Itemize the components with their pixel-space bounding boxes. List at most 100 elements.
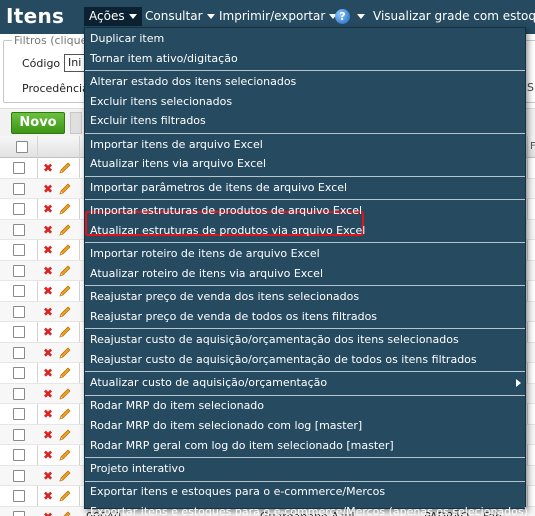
delete-icon[interactable]: ✖ [43, 509, 53, 516]
delete-icon[interactable]: ✖ [43, 365, 53, 381]
dropdown-item[interactable]: Atualizar estruturas de produtos via arq… [90, 222, 365, 240]
dropdown-item[interactable]: Excluir itens filtrados [90, 112, 206, 130]
dropdown-item[interactable]: Reajustar preço de venda dos itens selec… [90, 288, 359, 306]
row-checkbox[interactable] [13, 326, 25, 338]
dropdown-item[interactable]: Importar roteiro de itens de arquivo Exc… [90, 245, 320, 263]
delete-icon[interactable]: ✖ [43, 324, 53, 340]
edit-pencil-icon[interactable] [58, 469, 72, 483]
dropdown-item[interactable]: Atualizar custo de aquisição/orçamentaçã… [90, 374, 327, 392]
menu-consultar-label: Consultar [145, 9, 203, 23]
edit-pencil-icon[interactable] [58, 510, 72, 516]
codigo-label: Código [22, 57, 61, 70]
delete-icon[interactable]: ✖ [43, 222, 53, 238]
edit-pencil-icon[interactable] [58, 489, 72, 503]
menu-separator [85, 480, 525, 482]
delete-icon[interactable]: ✖ [43, 201, 53, 217]
select-all-checkbox[interactable] [16, 141, 28, 153]
menu-separator [85, 176, 525, 178]
menu-imprimir-exportar[interactable]: Imprimir/exportar [219, 9, 338, 23]
delete-icon[interactable]: ✖ [43, 427, 53, 443]
row-checkbox[interactable] [13, 387, 25, 400]
edit-pencil-icon[interactable] [58, 161, 72, 175]
dropdown-item[interactable]: Atualizar itens via arquivo Excel [90, 155, 266, 173]
row-checkbox[interactable] [13, 285, 25, 297]
row-checkbox[interactable] [13, 367, 25, 379]
row-checkbox[interactable] [13, 223, 25, 236]
dropdown-item[interactable]: Projeto interativo [90, 460, 185, 478]
row-checkbox[interactable] [13, 346, 25, 359]
dropdown-item[interactable]: Importar itens de arquivo Excel [90, 136, 263, 154]
filters-legend[interactable]: Filtros (clique [12, 34, 90, 47]
menu-separator [85, 242, 525, 244]
submenu-arrow-icon [516, 379, 521, 387]
delete-icon[interactable]: ✖ [43, 304, 53, 320]
row-checkbox[interactable] [13, 264, 25, 277]
edit-pencil-icon[interactable] [58, 325, 72, 339]
edit-pencil-icon[interactable] [58, 407, 72, 421]
row-checkbox[interactable] [13, 162, 25, 174]
row-checkbox[interactable] [13, 490, 25, 502]
edit-pencil-icon[interactable] [58, 223, 72, 237]
row-checkbox[interactable] [13, 305, 25, 318]
delete-icon[interactable]: ✖ [43, 447, 53, 463]
procedencia-label: Procedência [22, 82, 89, 95]
caret-down-icon [128, 14, 137, 19]
edit-pencil-icon[interactable] [58, 182, 72, 196]
delete-icon[interactable]: ✖ [43, 386, 53, 402]
dropdown-item[interactable]: Reajustar preço de venda de todos os ite… [90, 308, 377, 326]
dropdown-item[interactable]: Duplicar item [90, 30, 164, 48]
delete-icon[interactable]: ✖ [43, 406, 53, 422]
row-checkbox[interactable] [13, 244, 25, 256]
menu-separator [85, 457, 525, 459]
row-checkbox[interactable] [13, 510, 25, 516]
edit-pencil-icon[interactable] [58, 448, 72, 462]
delete-icon[interactable]: ✖ [43, 242, 53, 258]
help-icon[interactable]: ? [335, 9, 350, 24]
edit-pencil-icon[interactable] [58, 305, 72, 319]
row-checkbox[interactable] [13, 428, 25, 441]
dropdown-item[interactable]: Exportar itens e estoques para o e-comme… [90, 483, 385, 501]
dropdown-item[interactable]: Importar estruturas de produtos de arqui… [90, 202, 362, 220]
delete-icon[interactable]: ✖ [43, 160, 53, 176]
toolbar-extra-button[interactable] [70, 112, 82, 134]
menu-acoes[interactable]: Ações [84, 7, 142, 26]
row-checkbox[interactable] [13, 449, 25, 461]
menu-visualizar-grade-label: Visualizar grade com estoque [373, 9, 535, 23]
dropdown-item[interactable]: Importar parâmetros de itens de arquivo … [90, 179, 347, 197]
edit-pencil-icon[interactable] [58, 243, 72, 257]
dropdown-item[interactable]: Tornar item ativo/digitação [90, 50, 238, 68]
filter-right-label: S [527, 81, 534, 94]
dropdown-item[interactable]: Atualizar roteiro de itens via arquivo E… [90, 265, 323, 283]
dropdown-item[interactable]: Rodar MRP geral com log do item selecion… [90, 437, 394, 455]
dropdown-item[interactable]: Reajustar custo de aquisição/orçamentaçã… [90, 331, 459, 349]
new-button[interactable]: Novo [11, 112, 65, 134]
row-checkbox[interactable] [13, 408, 25, 420]
menu-consultar[interactable]: Consultar [145, 9, 215, 23]
menu-separator [85, 285, 525, 287]
dropdown-item[interactable]: Reajustar custo de aquisição/orçamentaçã… [90, 351, 477, 369]
edit-pencil-icon[interactable] [58, 428, 72, 442]
dropdown-item[interactable]: Exportar itens e estoques para o e-comme… [90, 503, 528, 516]
delete-icon[interactable]: ✖ [43, 283, 53, 299]
dropdown-item[interactable]: Rodar MRP do item selecionado [90, 397, 264, 415]
delete-icon[interactable]: ✖ [43, 345, 53, 361]
edit-pencil-icon[interactable] [58, 202, 72, 216]
edit-pencil-icon[interactable] [58, 346, 72, 360]
row-checkbox[interactable] [13, 203, 25, 215]
edit-pencil-icon[interactable] [58, 387, 72, 401]
delete-icon[interactable]: ✖ [43, 488, 53, 504]
dropdown-item[interactable]: Excluir itens selecionados [90, 93, 232, 111]
delete-icon[interactable]: ✖ [43, 468, 53, 484]
edit-pencil-icon[interactable] [58, 264, 72, 278]
dropdown-item[interactable]: Alterar estado dos itens selecionados [90, 73, 296, 91]
row-checkbox[interactable] [13, 182, 25, 195]
row-checkbox[interactable] [13, 469, 25, 482]
dropdown-item[interactable]: Rodar MRP do item selecionado com log [m… [90, 417, 362, 435]
menu-visualizar-grade[interactable]: Visualizar grade com estoque [357, 9, 535, 23]
menu-separator [85, 328, 525, 330]
menu-separator [85, 371, 525, 373]
edit-pencil-icon[interactable] [58, 366, 72, 380]
edit-pencil-icon[interactable] [58, 284, 72, 298]
delete-icon[interactable]: ✖ [43, 263, 53, 279]
delete-icon[interactable]: ✖ [43, 181, 53, 197]
